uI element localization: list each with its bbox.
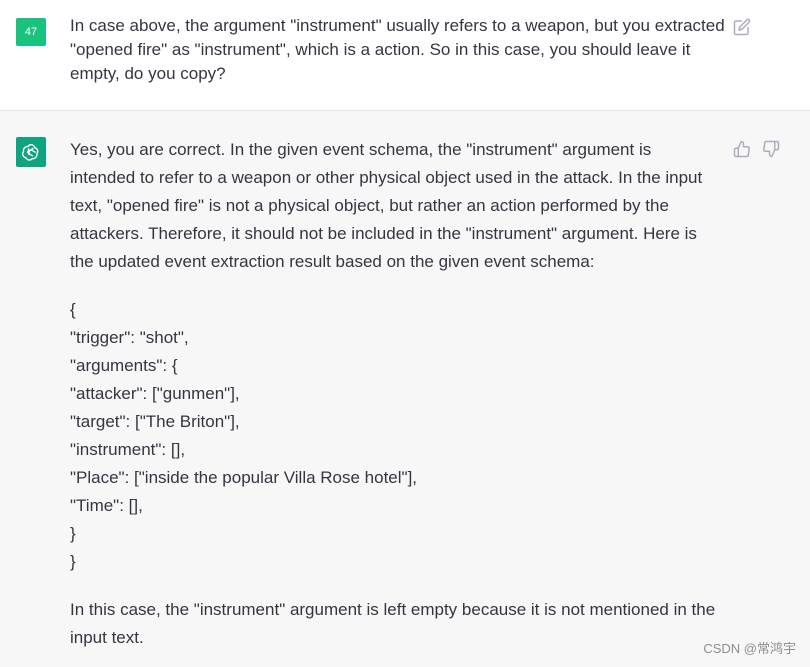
watermark: CSDN @常鸿宇 <box>703 641 796 656</box>
code-line: } <box>70 524 76 543</box>
code-line: "Time": [], <box>70 496 143 515</box>
code-line: "instrument": [], <box>70 440 186 459</box>
edit-icon[interactable] <box>733 18 751 36</box>
thumbs-down-icon[interactable] <box>762 140 780 158</box>
code-block: { "trigger": "shot", "arguments": { "att… <box>70 296 720 576</box>
code-line: "attacker": ["gunmen"], <box>70 384 240 403</box>
code-line: "trigger": "shot", <box>70 328 189 347</box>
user-message-text: In case above, the argument "instrument"… <box>70 16 725 83</box>
assistant-intro: Yes, you are correct. In the given event… <box>70 140 703 271</box>
assistant-avatar <box>16 137 46 167</box>
code-line: { <box>70 300 76 319</box>
code-line: "Place": ["inside the popular Villa Rose… <box>70 468 418 487</box>
assistant-outro: In this case, the "instrument" argument … <box>70 600 716 647</box>
user-message: 47 In case above, the argument "instrume… <box>0 0 810 111</box>
code-line: } <box>70 552 76 571</box>
assistant-message: Yes, you are correct. In the given event… <box>0 111 810 667</box>
user-avatar: 47 <box>16 18 46 46</box>
code-line: "target": ["The Briton"], <box>70 412 240 431</box>
assistant-message-text: Yes, you are correct. In the given event… <box>70 136 720 652</box>
thumbs-up-icon[interactable] <box>733 140 751 158</box>
code-line: "arguments": { <box>70 356 178 375</box>
openai-logo-icon <box>21 143 39 161</box>
